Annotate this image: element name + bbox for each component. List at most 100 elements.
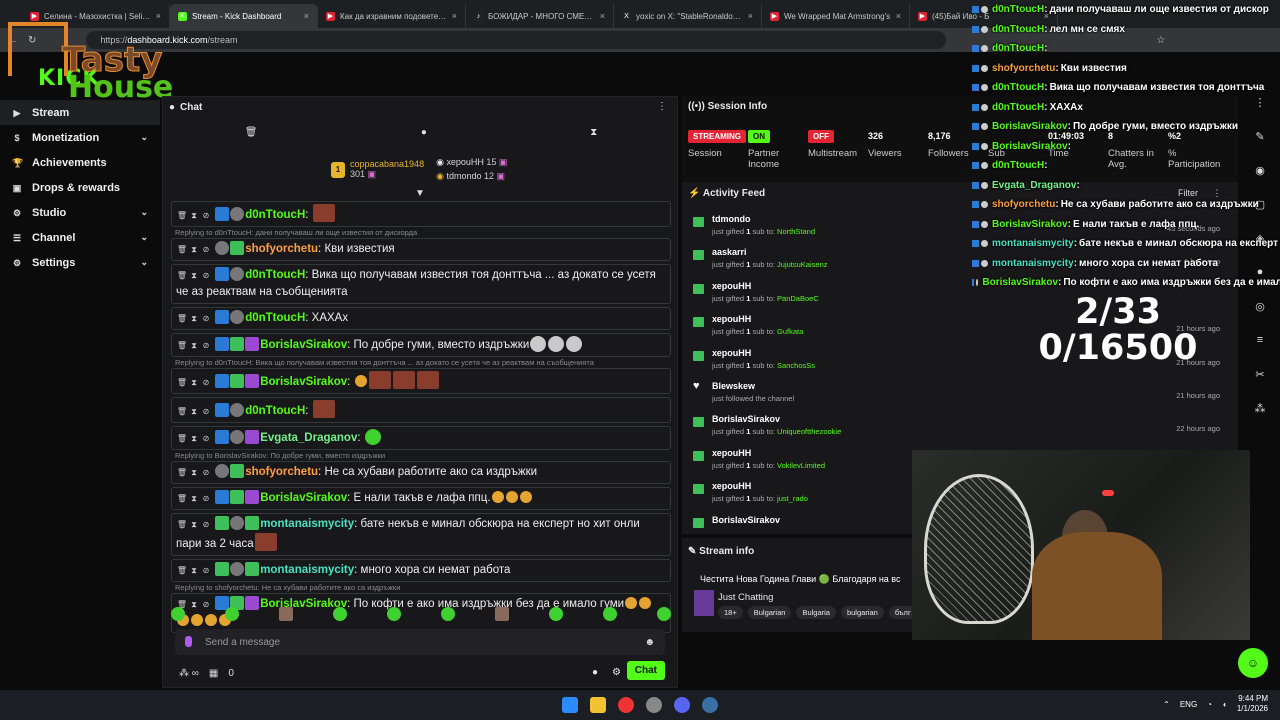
browser-tab[interactable]: ▶ Как да изравним подовете у д ×: [318, 4, 466, 28]
emote-icon[interactable]: [225, 607, 239, 621]
broadcast-icon[interactable]: ◎: [1253, 300, 1267, 314]
clock[interactable]: 9:44 PM 1/1/2026: [1237, 694, 1268, 714]
ban-icon[interactable]: ⊘: [200, 310, 212, 327]
chat-username[interactable]: d0nTtoucH: [245, 269, 305, 281]
chat-username[interactable]: shofyorchetu: [245, 243, 318, 255]
ban-icon[interactable]: ⊘: [200, 516, 212, 533]
chat-username[interactable]: d0nTtoucH: [245, 312, 305, 324]
explorer-icon[interactable]: [590, 697, 606, 713]
scroll-down-icon[interactable]: ▼: [415, 188, 425, 199]
chat-username[interactable]: BorislavSirakov: [260, 376, 347, 388]
obs-icon[interactable]: [646, 697, 662, 713]
chat-users-icon[interactable]: ●: [592, 667, 598, 678]
delete-message-icon[interactable]: 🗑: [176, 207, 188, 224]
delete-message-icon[interactable]: 🗑: [176, 241, 188, 258]
browser-tab[interactable]: ▶ We Wrapped Mat Armstrong's ×: [762, 4, 910, 28]
ban-icon[interactable]: ⊘: [200, 207, 212, 224]
list-icon[interactable]: ≡: [1253, 334, 1267, 348]
store-icon[interactable]: ▦: [209, 668, 218, 679]
hourglass-icon[interactable]: ⧗: [590, 127, 597, 138]
chat-username[interactable]: montanaismycity: [260, 518, 354, 530]
mic-icon[interactable]: [185, 636, 192, 647]
emoji-picker-icon[interactable]: ☻: [644, 637, 655, 648]
trash-icon[interactable]: 🗑: [245, 127, 258, 138]
timeout-icon[interactable]: ⧗: [188, 207, 200, 224]
ban-icon[interactable]: ⊘: [200, 464, 212, 481]
language-indicator[interactable]: ENG: [1180, 700, 1197, 709]
start-icon[interactable]: [562, 697, 578, 713]
delete-message-icon[interactable]: 🗑: [176, 430, 188, 447]
chat-username[interactable]: BorislavSirakov: [260, 339, 347, 351]
sidebar-item-monetization[interactable]: $ Monetization ⌄: [0, 125, 160, 150]
feed-user[interactable]: BorislavSirakov: [712, 414, 1232, 424]
chat-username[interactable]: Evgata_Draganov: [260, 432, 357, 444]
timeout-icon[interactable]: ⧗: [188, 403, 200, 420]
timeout-icon[interactable]: ⧗: [188, 430, 200, 447]
help-fab-icon[interactable]: ☺: [1238, 648, 1268, 678]
delete-message-icon[interactable]: 🗑: [176, 337, 188, 354]
chat-username[interactable]: d0nTtoucH: [245, 209, 305, 221]
tab-close-icon[interactable]: ×: [452, 11, 457, 21]
chevron-down-icon[interactable]: ⌄: [140, 132, 148, 143]
delete-message-icon[interactable]: 🗑: [176, 267, 188, 284]
ban-icon[interactable]: ⊘: [200, 241, 212, 258]
timeout-icon[interactable]: ⧗: [188, 562, 200, 579]
emote-icon[interactable]: [441, 607, 455, 621]
chevron-down-icon[interactable]: ⌄: [140, 232, 148, 243]
ban-icon[interactable]: ⊘: [200, 374, 212, 391]
tab-close-icon[interactable]: ×: [304, 11, 309, 21]
feed-user[interactable]: Blewskew: [712, 381, 1232, 391]
tool-icon[interactable]: ✂: [1253, 368, 1267, 382]
chat-username[interactable]: shofyorchetu: [245, 466, 318, 478]
timeout-icon[interactable]: ⧗: [188, 374, 200, 391]
sidebar-item-stream[interactable]: ▶ Stream: [0, 100, 160, 125]
feed-recipient[interactable]: Uniqueoftthezookie: [777, 427, 841, 436]
chat-username[interactable]: d0nTtoucH: [245, 405, 305, 417]
emote-icon[interactable]: [387, 607, 401, 621]
timeout-icon[interactable]: ⧗: [188, 267, 200, 284]
emote-icon[interactable]: [603, 607, 617, 621]
timeout-icon[interactable]: ⧗: [188, 516, 200, 533]
url-field[interactable]: https://dashboard.kick.com/stream: [86, 31, 947, 49]
feed-recipient[interactable]: SanchosSs: [777, 361, 815, 370]
sidebar-item-drops-rewards[interactable]: ▣ Drops & rewards: [0, 175, 160, 200]
ban-icon[interactable]: ⊘: [200, 490, 212, 507]
chevron-down-icon[interactable]: ⌄: [140, 207, 148, 218]
ban-icon[interactable]: ⊘: [200, 562, 212, 579]
message-input[interactable]: Send a message ☻: [175, 629, 665, 655]
emote-icon[interactable]: [279, 607, 293, 621]
volume-icon[interactable]: ◖: [1222, 700, 1227, 709]
sidebar-item-achievements[interactable]: 🏆 Achievements: [0, 150, 160, 175]
emote-icon[interactable]: [657, 607, 671, 621]
emote-icon[interactable]: [549, 607, 563, 621]
tab-close-icon[interactable]: ×: [896, 11, 901, 21]
delete-message-icon[interactable]: 🗑: [176, 490, 188, 507]
timeout-icon[interactable]: ⧗: [188, 310, 200, 327]
chat-more-icon[interactable]: ⋮: [657, 101, 667, 112]
feed-recipient[interactable]: JujutsuKaisenz: [777, 260, 827, 269]
timeout-icon[interactable]: ⧗: [188, 241, 200, 258]
browser-tab[interactable]: ♪ БОЖИДАР - МНОГО СМЕШНИ ×: [466, 4, 614, 28]
ban-icon[interactable]: ⊘: [200, 403, 212, 420]
stream-tag[interactable]: 18+: [718, 606, 743, 619]
stream-tag[interactable]: Bulgaria: [796, 606, 836, 619]
delete-message-icon[interactable]: 🗑: [176, 374, 188, 391]
timeout-icon[interactable]: ⧗: [188, 490, 200, 507]
feed-recipient[interactable]: PanDaBoeC: [777, 294, 819, 303]
chat-settings-icon[interactable]: ●: [421, 127, 427, 138]
ban-icon[interactable]: ⊘: [200, 267, 212, 284]
emote-icon[interactable]: [495, 607, 509, 621]
browser-tab[interactable]: Xyoxic on X: "StableRonaldo just ×: [614, 4, 762, 28]
feed-recipient[interactable]: Gufkata: [777, 327, 803, 336]
discord-icon[interactable]: [674, 697, 690, 713]
delete-message-icon[interactable]: 🗑: [176, 403, 188, 420]
ban-icon[interactable]: ⊘: [200, 337, 212, 354]
chat-username[interactable]: BorislavSirakov: [260, 492, 347, 504]
emote-icon[interactable]: [171, 607, 185, 621]
timeout-icon[interactable]: ⧗: [188, 337, 200, 354]
sidebar-item-studio[interactable]: ⚙ Studio ⌄: [0, 200, 160, 225]
feed-recipient[interactable]: NorthStand: [777, 227, 815, 236]
sidebar-item-settings[interactable]: ⚙ Settings ⌄: [0, 250, 160, 275]
delete-message-icon[interactable]: 🗑: [176, 464, 188, 481]
chat-username[interactable]: montanaismycity: [260, 564, 354, 576]
